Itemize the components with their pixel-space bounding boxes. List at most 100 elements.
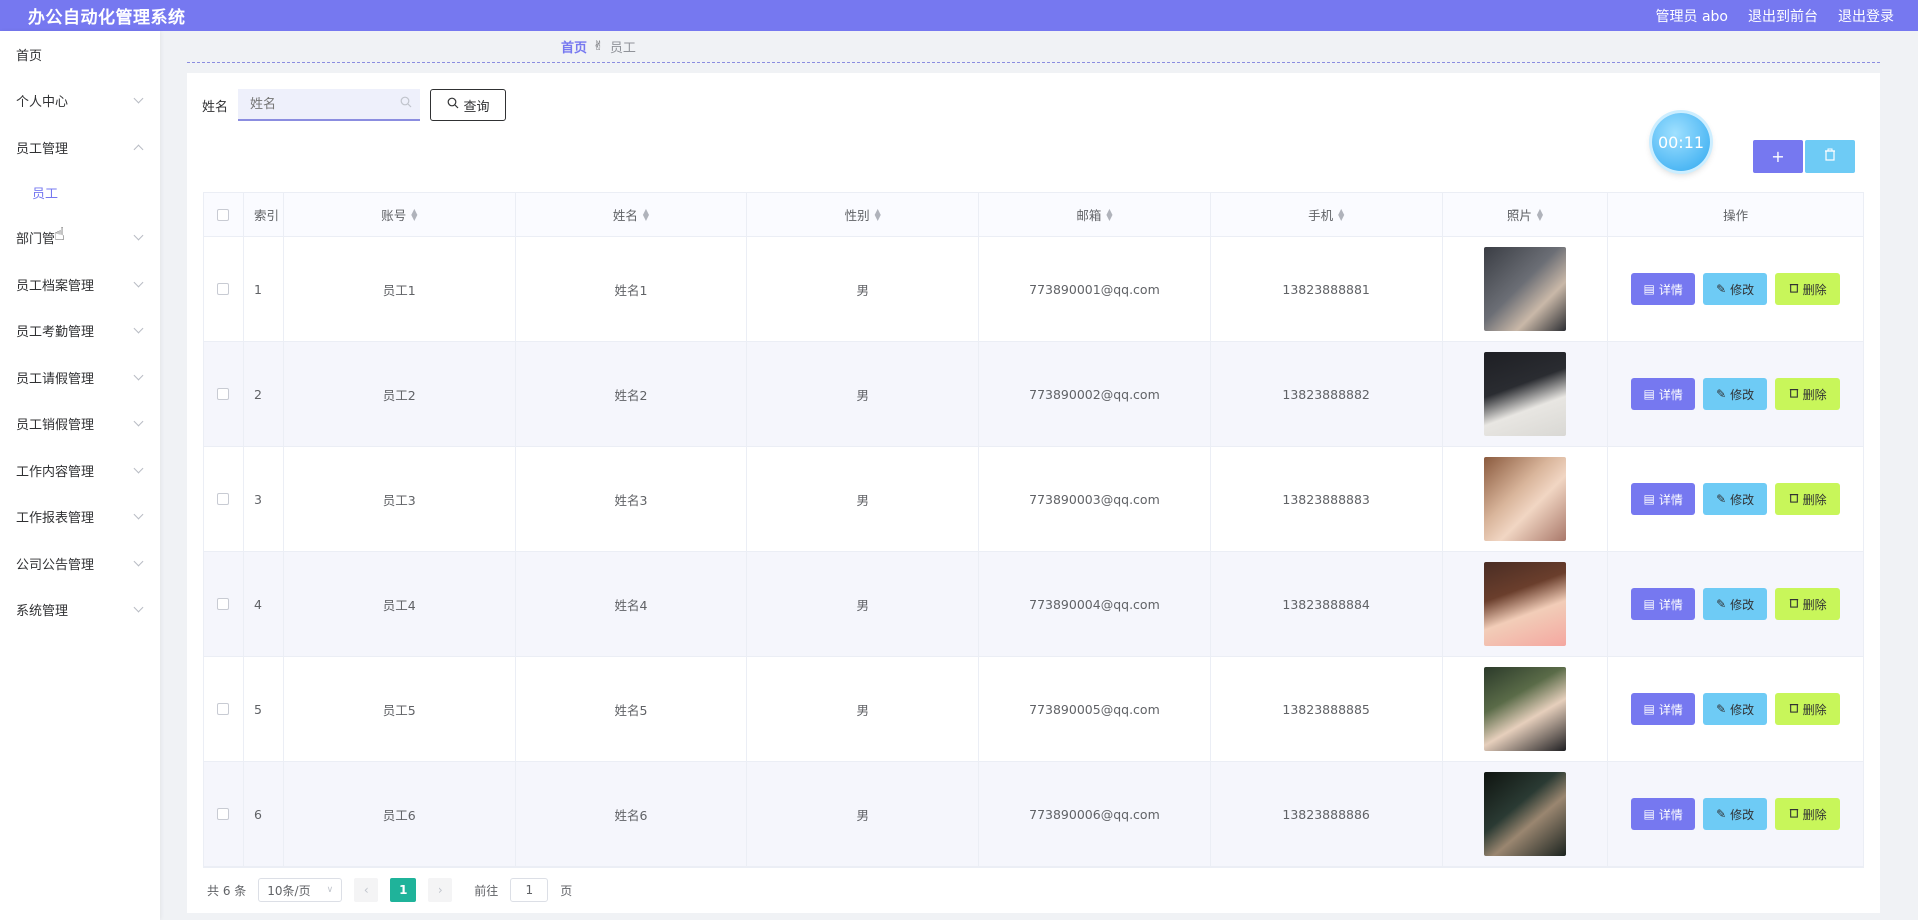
column-header-actions: 操作: [1608, 193, 1863, 236]
column-header-phone[interactable]: 手机 ▲ ▼: [1211, 193, 1443, 236]
detail-button[interactable]: ▤ 详情: [1631, 798, 1696, 830]
delete-button[interactable]: 删除: [1775, 273, 1841, 305]
sort-icon[interactable]: ▲ ▼: [1106, 207, 1112, 221]
column-header-email[interactable]: 邮箱 ▲ ▼: [979, 193, 1211, 236]
goto-page-input[interactable]: 1: [510, 878, 549, 902]
breadcrumb-home[interactable]: 首页: [561, 37, 587, 56]
sort-icon[interactable]: ▲ ▼: [1338, 207, 1344, 221]
employee-photo[interactable]: [1483, 457, 1566, 541]
edit-button[interactable]: ✎ 修改: [1703, 273, 1768, 305]
sort-icon[interactable]: ▲ ▼: [875, 207, 881, 221]
prev-page-button[interactable]: ‹: [354, 878, 379, 902]
detail-button[interactable]: ▤ 详情: [1631, 378, 1696, 410]
main-content: 首页 ✌ 员工 姓名 查询 00:11 +: [187, 31, 1880, 920]
sort-icon[interactable]: ▲ ▼: [411, 207, 417, 221]
query-button[interactable]: 查询: [430, 89, 507, 121]
employee-photo[interactable]: [1483, 247, 1566, 331]
sort-icon[interactable]: ▲ ▼: [1537, 207, 1543, 221]
sidebar-item-leave-cancel[interactable]: 员工销假管理: [0, 401, 160, 448]
row-checkbox[interactable]: [217, 598, 230, 610]
sidebar-item-employee-management[interactable]: 员工管理: [0, 124, 160, 171]
detail-button[interactable]: ▤ 详情: [1631, 693, 1696, 725]
column-header-label: 姓名: [612, 208, 638, 223]
next-page-button[interactable]: ›: [428, 878, 453, 902]
delete-button[interactable]: 删除: [1775, 588, 1841, 620]
select-all-checkbox[interactable]: [217, 208, 230, 221]
sidebar-item-personal-center[interactable]: 个人中心: [0, 78, 160, 125]
edit-button[interactable]: ✎ 修改: [1703, 378, 1768, 410]
sidebar-item-work-report[interactable]: 工作报表管理: [0, 494, 160, 541]
trash-icon: [1824, 148, 1836, 165]
sidebar-item-department[interactable]: 部门管: [0, 215, 160, 262]
row-checkbox[interactable]: [217, 493, 230, 505]
delete-button[interactable]: 删除: [1775, 378, 1841, 410]
goto-label: 前往: [474, 883, 499, 898]
chevron-down-icon: [133, 509, 144, 520]
page-number-1[interactable]: 1: [390, 878, 417, 902]
employee-photo[interactable]: [1483, 772, 1566, 856]
edit-button-label: 修改: [1730, 702, 1755, 717]
exit-to-front-link[interactable]: 退出到前台: [1748, 6, 1818, 26]
employee-photo[interactable]: [1483, 562, 1566, 646]
chevron-down-icon: [133, 463, 144, 474]
edit-button[interactable]: ✎ 修改: [1703, 798, 1768, 830]
row-checkbox[interactable]: [217, 283, 230, 295]
edit-button[interactable]: ✎ 修改: [1703, 588, 1768, 620]
sidebar-item-home[interactable]: 首页: [0, 31, 160, 78]
sidebar-item-work-content[interactable]: 工作内容管理: [0, 447, 160, 494]
sidebar-subitem-employee[interactable]: 员工: [0, 171, 160, 215]
edit-button[interactable]: ✎ 修改: [1703, 483, 1768, 515]
cell-account: 员工6: [284, 762, 516, 866]
detail-button-label: 详情: [1658, 282, 1683, 297]
page-size-value: 10条/页: [267, 883, 311, 898]
sidebar-item-label: 工作内容管理: [16, 464, 95, 480]
sidebar-item-label: 个人中心: [16, 95, 69, 111]
sort-icon[interactable]: ▲ ▼: [643, 207, 649, 221]
sidebar-item-label: 部门管: [16, 232, 56, 248]
edit-button-label: 修改: [1730, 492, 1755, 507]
employee-photo[interactable]: [1483, 352, 1566, 436]
column-header-label: 照片: [1506, 208, 1532, 223]
row-checkbox[interactable]: [217, 703, 230, 715]
row-select-cell: [204, 762, 244, 866]
row-checkbox[interactable]: [217, 388, 230, 400]
cell-gender: 男: [747, 447, 980, 551]
page-size-select[interactable]: 10条/页 ∨: [258, 878, 343, 902]
cell-phone: 13823888884: [1211, 552, 1443, 656]
detail-button[interactable]: ▤ 详情: [1631, 273, 1696, 305]
batch-delete-button[interactable]: [1805, 140, 1855, 173]
column-header-label: 手机: [1308, 208, 1334, 223]
trash-icon: [1789, 807, 1799, 821]
sidebar-item-system[interactable]: 系统管理: [0, 587, 160, 634]
sidebar-item-archive[interactable]: 员工档案管理: [0, 261, 160, 308]
delete-button[interactable]: 删除: [1775, 483, 1841, 515]
cell-photo: [1443, 342, 1609, 446]
delete-button[interactable]: 删除: [1775, 798, 1841, 830]
chevron-down-icon: [133, 416, 144, 427]
column-header-gender[interactable]: 性别 ▲ ▼: [747, 193, 980, 236]
sidebar-item-leave[interactable]: 员工请假管理: [0, 354, 160, 401]
cell-actions: ▤ 详情 ✎ 修改 删除: [1608, 342, 1863, 446]
table-row: 3 员工3 姓名3 男 773890003@qq.com 13823888883 ▤ 详情 ✎ 修…: [204, 447, 1863, 552]
add-button[interactable]: +: [1753, 140, 1803, 173]
top-header: 办公自动化管理系统 管理员 abo 退出到前台 退出登录: [0, 0, 1918, 31]
employee-photo[interactable]: [1483, 667, 1566, 751]
sidebar-item-attendance[interactable]: 员工考勤管理: [0, 308, 160, 355]
column-header-photo[interactable]: 照片 ▲ ▼: [1443, 193, 1609, 236]
search-input[interactable]: [250, 96, 391, 112]
sidebar-item-notice[interactable]: 公司公告管理: [0, 540, 160, 587]
column-header-name[interactable]: 姓名 ▲ ▼: [516, 193, 748, 236]
delete-button[interactable]: 删除: [1775, 693, 1841, 725]
delete-button-label: 删除: [1802, 597, 1827, 612]
search-field[interactable]: [238, 89, 421, 121]
detail-button[interactable]: ▤ 详情: [1631, 483, 1696, 515]
content-card: 姓名 查询 00:11 + 索引 账号 ▲▼: [187, 73, 1880, 913]
vertical-scrollbar[interactable]: [1898, 31, 1906, 920]
delete-button-label: 删除: [1802, 807, 1827, 822]
row-checkbox[interactable]: [217, 808, 230, 820]
logout-link[interactable]: 退出登录: [1838, 6, 1894, 26]
column-header-account[interactable]: 账号 ▲ ▼: [284, 193, 516, 236]
detail-button[interactable]: ▤ 详情: [1631, 588, 1696, 620]
edit-button[interactable]: ✎ 修改: [1703, 693, 1768, 725]
sidebar-item-label: 员工考勤管理: [16, 325, 95, 341]
